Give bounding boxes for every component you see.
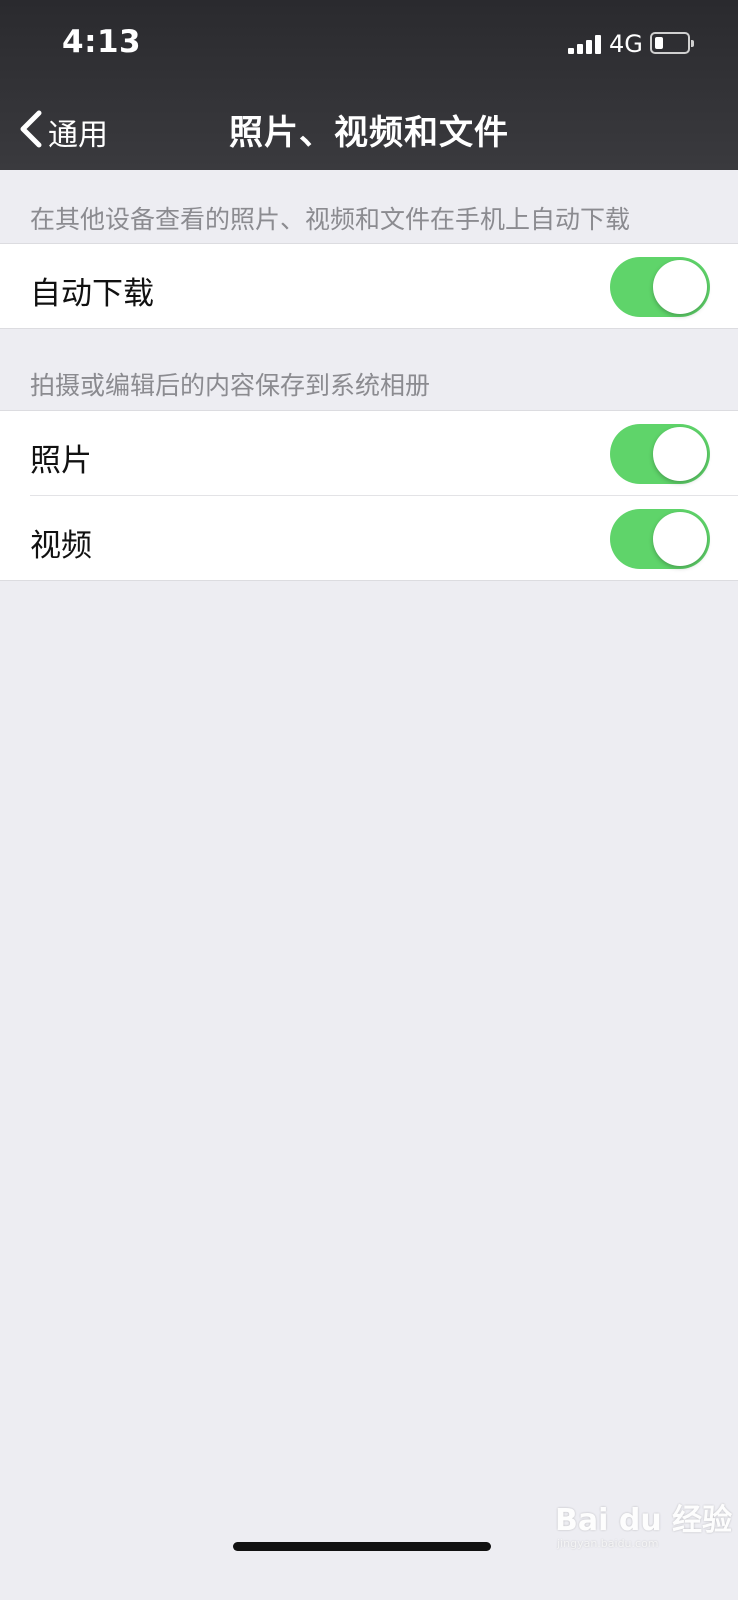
videos-toggle[interactable] bbox=[610, 509, 710, 569]
auto-download-toggle[interactable] bbox=[610, 257, 710, 317]
auto-download-row[interactable]: 自动下载 bbox=[0, 244, 738, 328]
auto-download-label: 自动下载 bbox=[30, 276, 154, 312]
network-type: 4G bbox=[609, 30, 643, 58]
videos-row[interactable]: 视频 bbox=[30, 495, 738, 580]
photos-label: 照片 bbox=[30, 443, 92, 479]
videos-label: 视频 bbox=[30, 528, 92, 564]
section-header-save-to-album: 拍摄或编辑后的内容保存到系统相册 bbox=[30, 371, 431, 400]
photos-row[interactable]: 照片 bbox=[0, 411, 738, 495]
toggle-knob bbox=[653, 427, 707, 481]
top-bar: 4:13 4G 通用 照片、视频和文件 bbox=[0, 0, 738, 170]
section-header-auto-download: 在其他设备查看的照片、视频和文件在手机上自动下载 bbox=[30, 205, 631, 234]
watermark: Bai du 经验 jingyan.baidu.com bbox=[555, 1487, 732, 1557]
toggle-knob bbox=[653, 512, 707, 566]
home-indicator[interactable] bbox=[233, 1542, 491, 1551]
battery-icon bbox=[650, 32, 694, 54]
save-to-album-group: 照片 视频 bbox=[0, 410, 738, 581]
auto-download-group: 自动下载 bbox=[0, 243, 738, 329]
nav-bar: 通用 照片、视频和文件 bbox=[0, 90, 738, 170]
page-title: 照片、视频和文件 bbox=[229, 113, 509, 153]
status-time: 4:13 bbox=[62, 24, 142, 60]
watermark-text: Bai du 经验 bbox=[555, 1503, 733, 1538]
status-bar: 4:13 4G bbox=[0, 0, 738, 90]
watermark-subtext: jingyan.baidu.com bbox=[557, 1537, 659, 1550]
toggle-knob bbox=[653, 260, 707, 314]
signal-icon bbox=[568, 34, 604, 54]
photos-toggle[interactable] bbox=[610, 424, 710, 484]
